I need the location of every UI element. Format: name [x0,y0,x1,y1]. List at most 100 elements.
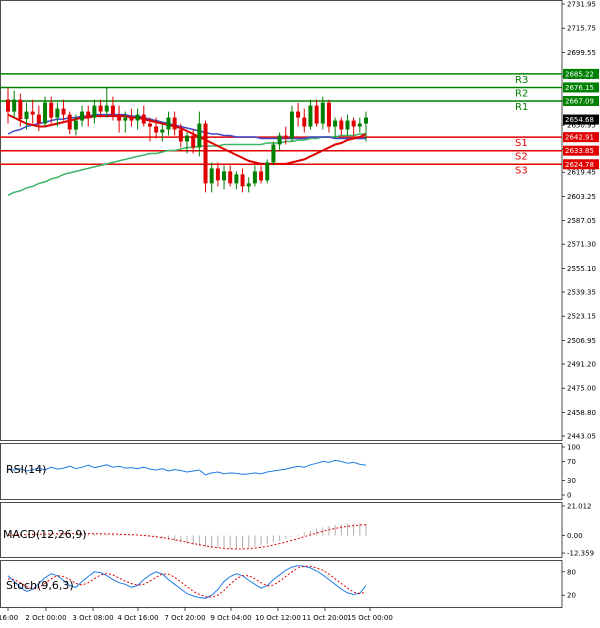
candle-body [12,99,17,112]
candle-body [302,117,307,127]
candle-body [364,117,368,124]
macd-tick-label: 21.012 [567,503,592,511]
time-tick-label: 3 Oct 08:00 [72,614,113,622]
candle-body [160,129,165,133]
candle-body [283,135,288,139]
price-tick-label: 2475.00 [567,385,596,393]
candle-body [209,168,214,184]
rsi-label: RSI(14) [6,463,46,476]
price-tick-label: 2523.15 [567,313,596,321]
candle-body [61,108,66,115]
level-name-s3: S3 [515,165,528,176]
level-name-r1: R1 [515,102,528,113]
time-tick-label: 4 Oct 16:00 [117,614,158,622]
price-tick-label: 2443.05 [567,433,596,441]
candle-body [67,114,72,130]
level-tag-r2: 2676.15 [565,84,594,92]
chart-root: 2731.952715.752699.552683.352667.152650.… [0,0,600,624]
candle-body [104,105,109,112]
candle-body [215,168,220,181]
level-name-r3: R3 [515,75,528,86]
candle-body [110,105,115,115]
rsi-tick-label: 70 [567,458,576,466]
candle-body [166,117,171,130]
candle-body [320,102,325,124]
level-tag-s3: 2624.78 [565,161,594,169]
time-tick-label: 2 Oct 00:00 [25,614,66,622]
candle-body [55,108,60,118]
price-tick-label: 2603.25 [567,193,596,201]
candle-body [265,162,270,181]
candle-body [86,111,91,118]
candle-body [117,114,122,121]
candle-body [154,126,159,133]
candle-body [49,102,54,118]
time-tick-label: 15 Oct 00:00 [347,614,393,622]
price-tick-label: 2555.10 [567,265,596,273]
candle-body [357,123,362,127]
price-tick-label: 2458.80 [567,409,596,417]
price-tick-label: 2587.05 [567,217,596,225]
stoch-tick-label: 80 [567,568,576,576]
level-tag-s1: 2642.91 [565,134,594,142]
candle-body [43,102,48,124]
price-tick-label: 2619.45 [567,169,596,177]
candle-body [141,114,146,124]
level-name-s2: S2 [515,152,528,163]
candle-body [203,123,208,184]
candle-body [277,135,282,145]
candle-body [18,99,23,120]
macd-tick-label: 0.00 [567,532,583,540]
stoch-tick-label: 20 [567,592,576,600]
candle-body [234,174,239,184]
candle-body [271,144,276,163]
level-name-s1: S1 [515,138,528,149]
time-tick-label: 7 Oct 20:00 [164,614,205,622]
price-tick-label: 2506.95 [567,337,596,345]
rsi-tick-label: 30 [567,477,576,485]
macd-tick-label: -12.359 [567,550,594,558]
price-tick-label: 2571.30 [567,241,596,249]
candle-body [30,111,35,115]
current-price-tag: 2654.68 [565,116,594,124]
candle-body [92,105,97,118]
candle-body [296,111,301,118]
candle-body [326,102,331,127]
chart-background [0,0,600,624]
candle-body [240,174,245,187]
candle-body [129,117,134,121]
level-name-r2: R2 [515,88,528,99]
price-tick-label: 2491.20 [567,361,596,369]
candle-body [252,171,257,184]
level-tag-s2: 2633.85 [565,147,594,155]
price-tick-label: 2715.75 [567,25,596,33]
time-tick-label: 9 Oct 04:00 [210,614,251,622]
candle-body [222,171,227,181]
candle-body [345,120,350,130]
time-tick-label: 16:00 [0,614,18,622]
candle-body [289,111,294,139]
candle-body [98,105,103,112]
time-tick-label: 11 Oct 20:00 [302,614,348,622]
candle-body [197,123,202,148]
candle-body [6,99,10,112]
rsi-tick-label: 100 [567,444,580,452]
candle-body [259,171,264,181]
candle-body [147,123,152,127]
level-tag-r3: 2685.22 [565,70,594,78]
stoch-label: Stoch(9,6,3) [6,579,74,592]
candle-body [73,120,78,130]
candle-body [135,114,140,121]
candle-body [333,120,338,127]
macd-label: MACD(12,26,9) [3,528,87,541]
time-tick-label: 10 Oct 12:00 [255,614,301,622]
candle-body [314,105,319,124]
candle-body [351,120,356,127]
candle-body [178,129,183,142]
price-tick-label: 2699.55 [567,49,596,57]
candle-body [191,135,196,148]
price-tick-label: 2539.35 [567,289,596,297]
candle-body [185,135,189,142]
candle-body [80,111,85,121]
candle-body [36,114,41,124]
